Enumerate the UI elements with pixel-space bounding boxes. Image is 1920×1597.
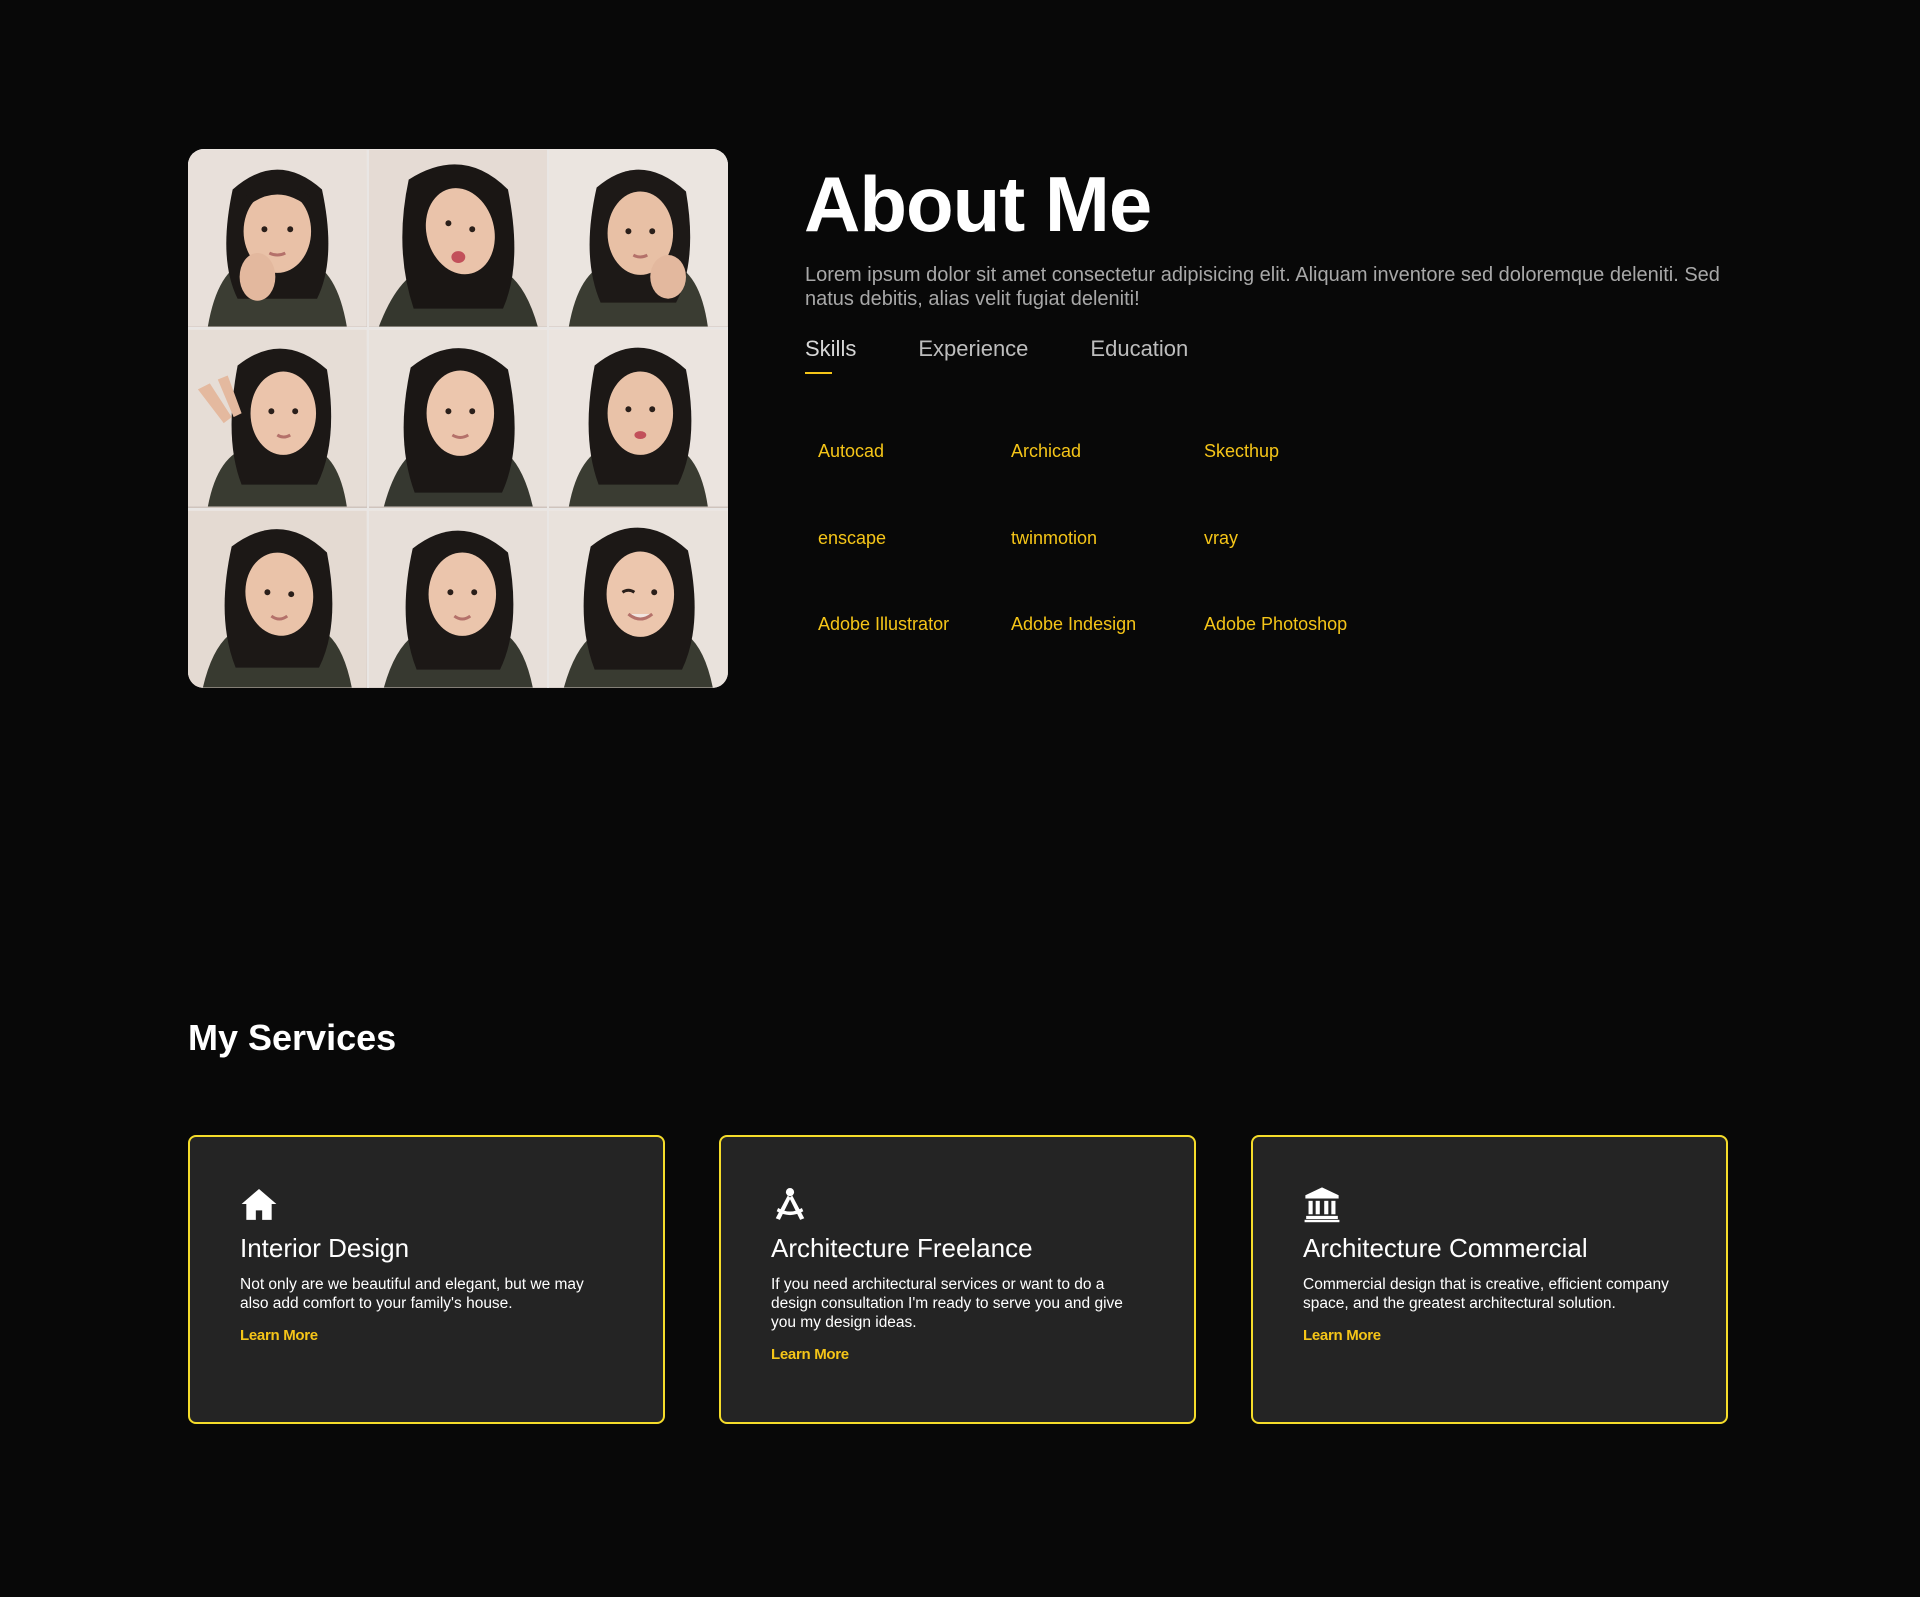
portrait-photo — [549, 509, 728, 688]
tab-education[interactable]: Education — [1090, 336, 1188, 370]
services-title: My Services — [188, 1017, 397, 1058]
skill-item: Archicad — [1011, 441, 1082, 461]
about-tabs: Skills Experience Education — [805, 336, 1188, 374]
portrait-photo — [188, 329, 367, 508]
service-description: If you need architectural services or wa… — [771, 1276, 1123, 1331]
skill-item: enscape — [818, 527, 887, 548]
service-card-architecture-freelance: Architecture Freelance If you need archi… — [719, 1135, 1196, 1424]
tab-skills[interactable]: Skills — [805, 336, 856, 374]
about-photo-collage — [188, 149, 728, 688]
portrait-photo — [549, 329, 728, 508]
learn-more-link[interactable]: Learn More — [771, 1346, 849, 1363]
skill-item: Adobe Illustrator — [818, 614, 950, 634]
portrait-photo — [368, 149, 548, 328]
skills-list: Autocad Archicad Skecthup enscape twinmo… — [818, 438, 1397, 698]
service-title: Architecture Commercial — [1303, 1233, 1588, 1263]
portrait-photo — [188, 149, 367, 328]
portrait-photo — [368, 329, 548, 508]
about-title: About Me — [804, 160, 1152, 248]
skill-item: Skecthup — [1204, 441, 1280, 461]
about-description: Lorem ipsum dolor sit amet consectetur a… — [805, 264, 1720, 310]
tab-experience[interactable]: Experience — [918, 336, 1028, 370]
landmark-icon — [1303, 1185, 1341, 1223]
service-title: Architecture Freelance — [771, 1233, 1033, 1263]
skill-item: Adobe Indesign — [1011, 614, 1137, 634]
portrait-photo — [368, 509, 548, 688]
skill-item: twinmotion — [1011, 527, 1098, 548]
learn-more-link[interactable]: Learn More — [1303, 1327, 1381, 1344]
service-description: Not only are we beautiful and elegant, b… — [240, 1276, 584, 1312]
drafting-compass-icon — [771, 1185, 809, 1223]
portrait-photo — [549, 149, 728, 328]
house-icon — [240, 1185, 278, 1223]
service-title: Interior Design — [240, 1233, 410, 1263]
skill-item: vray — [1204, 527, 1239, 548]
skill-item: Autocad — [818, 441, 885, 461]
portrait-photo — [188, 509, 367, 688]
learn-more-link[interactable]: Learn More — [240, 1327, 318, 1344]
service-card-interior-design: Interior Design Not only are we beautifu… — [188, 1135, 665, 1424]
service-description: Commercial design that is creative, effi… — [1303, 1276, 1669, 1312]
skill-item: Adobe Photoshop — [1204, 614, 1348, 634]
service-card-architecture-commercial: Architecture Commercial Commercial desig… — [1251, 1135, 1728, 1424]
